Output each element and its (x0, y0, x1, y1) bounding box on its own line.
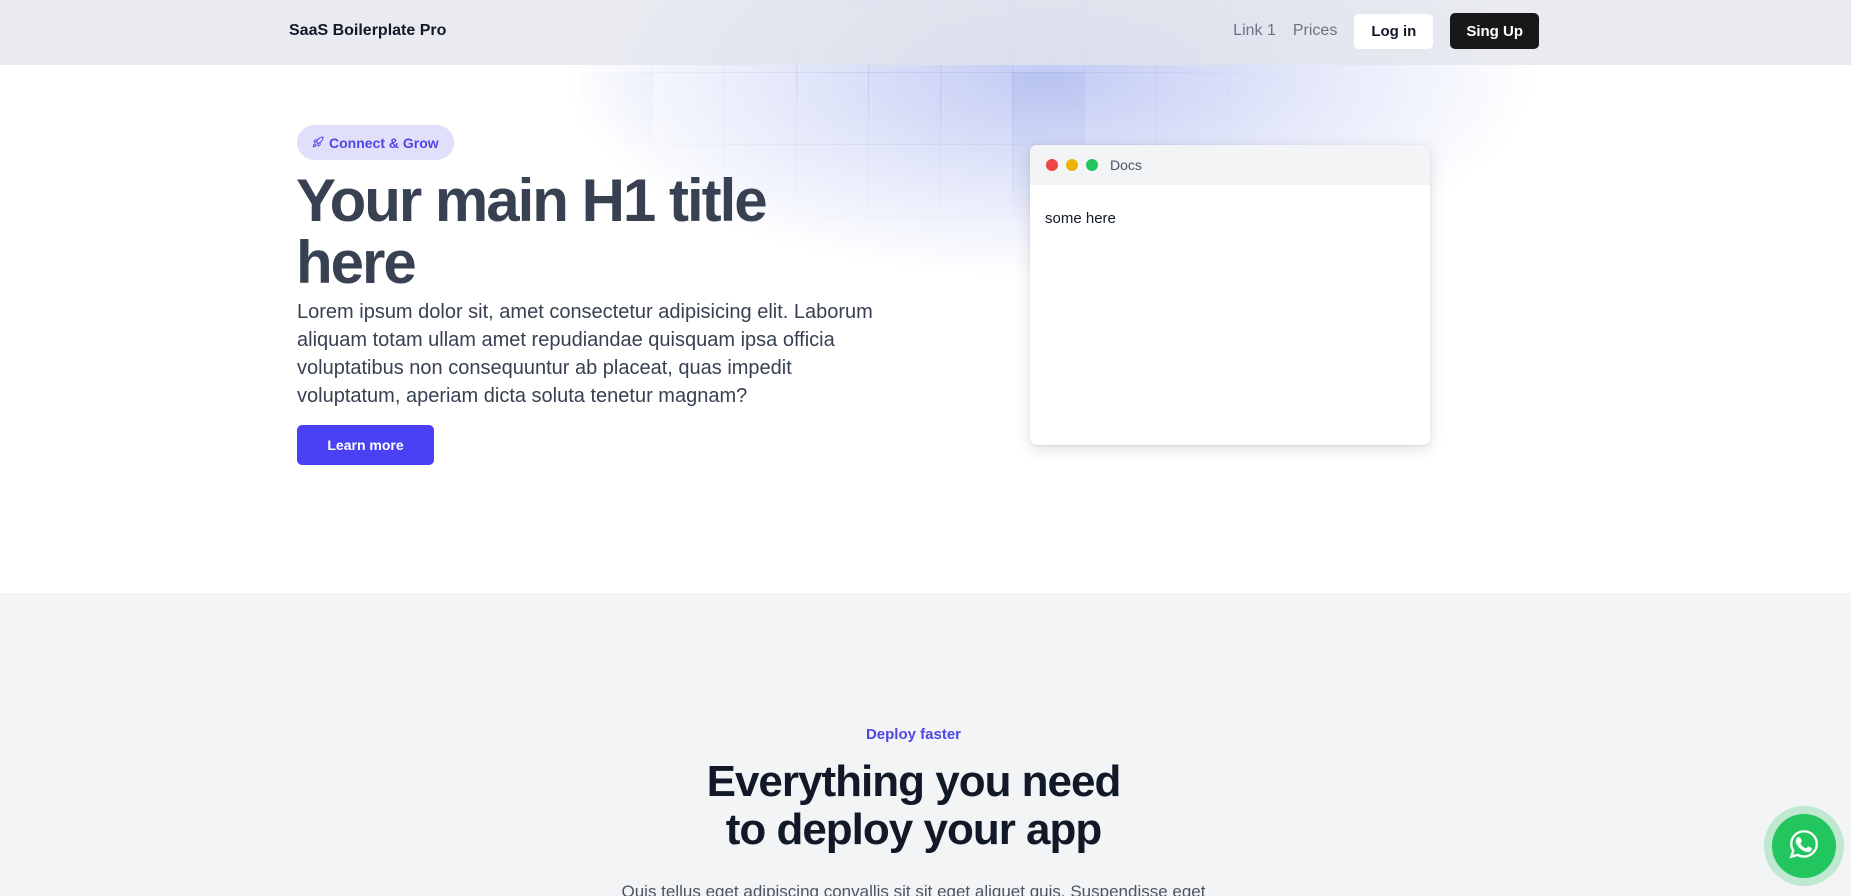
page: SaaS Boilerplate Pro Link 1 Prices Log i… (0, 0, 1851, 896)
nav-link-prices[interactable]: Prices (1293, 22, 1337, 40)
whatsapp-icon (1787, 827, 1821, 866)
docs-window-body: some here (1045, 210, 1116, 227)
brand-logo-text[interactable]: SaaS Boilerplate Pro (289, 22, 446, 40)
hero-badge-label: Connect & Grow (329, 134, 439, 151)
grid-cell-highlight (580, 72, 652, 144)
features-eyebrow: Deploy faster (865, 726, 962, 743)
login-button[interactable]: Log in (1354, 13, 1434, 49)
hero-lead-text: Lorem ipsum dolor sit, amet consectetur … (297, 301, 873, 407)
features-title: Everything you need to deploy your app (0, 758, 1827, 854)
docs-window-titlebar: Docs (1030, 145, 1430, 185)
learn-more-button[interactable]: Learn more (297, 425, 434, 465)
minimize-dot-icon (1066, 159, 1078, 171)
hero-title: Your main H1 title here (296, 167, 768, 296)
hero-badge: Connect & Grow (297, 125, 454, 160)
nav-actions: Link 1 Prices Log in Sing Up (1233, 13, 1539, 49)
maximize-dot-icon (1086, 159, 1098, 171)
rocket-icon (312, 135, 324, 151)
docs-window-title: Docs (1110, 157, 1142, 173)
whatsapp-button-circle[interactable] (1772, 814, 1836, 878)
close-dot-icon (1046, 159, 1058, 171)
top-navbar: SaaS Boilerplate Pro Link 1 Prices Log i… (0, 0, 1851, 65)
docs-window: Docs some here (1030, 145, 1430, 445)
features-section: Deploy faster Everything you need to dep… (0, 593, 1851, 896)
features-title-line-1: Everything you need (706, 757, 1122, 806)
nav-link-1[interactable]: Link 1 (1233, 22, 1276, 40)
features-title-line-2: to deploy your app (725, 805, 1103, 854)
whatsapp-floating-button[interactable] (1764, 806, 1844, 886)
features-subtext: Quis tellus eget adipiscing convallis si… (621, 882, 1206, 896)
signup-button[interactable]: Sing Up (1450, 13, 1539, 49)
grid-cell-highlight (1012, 72, 1084, 144)
